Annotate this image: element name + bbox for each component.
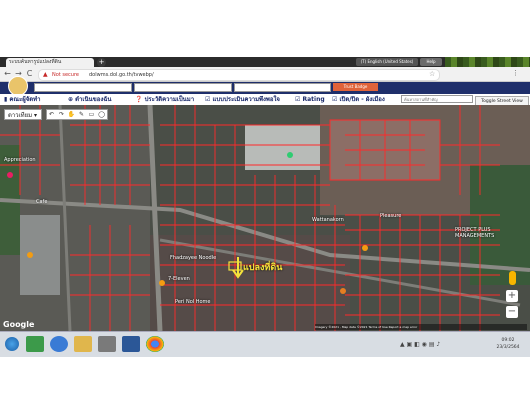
menu-item-label: เปิด/ปิด - ผังเมือง xyxy=(339,96,385,103)
menu-item-label: ดำเนินของฉัน xyxy=(75,96,112,103)
reload-button[interactable]: C xyxy=(25,69,34,78)
media-player-icon[interactable] xyxy=(98,336,116,352)
redo-icon[interactable]: ↷ xyxy=(57,110,66,119)
map-label: PROJECT PLUS MANAGEMENTS xyxy=(455,227,495,239)
plot-label: แปลงที่ดิน xyxy=(243,263,283,273)
map-label: Appreciation xyxy=(4,157,36,163)
internet-explorer-icon[interactable] xyxy=(50,336,68,352)
site-header: Trust Badge xyxy=(0,76,530,96)
chrome-icon[interactable] xyxy=(146,336,164,352)
zoom-out-button[interactable]: − xyxy=(506,306,518,318)
start-button[interactable] xyxy=(5,337,19,351)
browser-window: ระบบค้นหารูปแปลงที่ดิน + (T) English (Un… xyxy=(0,57,530,357)
site-logo xyxy=(8,76,28,96)
file-explorer-icon[interactable] xyxy=(74,336,92,352)
map-type-select[interactable]: ดาวเทียม ▾ xyxy=(4,109,42,120)
large-building-roof xyxy=(245,125,320,170)
clock-date: 23/3/2564 xyxy=(496,345,520,350)
browser-tab[interactable]: ระบบค้นหารูปแปลงที่ดิน xyxy=(6,58,94,67)
system-tray[interactable]: ▲ ▣ ◧ ◉ ▤ ♪ xyxy=(400,341,440,348)
header-select-2[interactable] xyxy=(134,83,232,92)
back-button[interactable]: ← xyxy=(3,69,12,78)
undo-icon[interactable]: ↶ xyxy=(47,110,56,119)
map-attribution[interactable]: Imagery ©2021 , Map data ©2021 Terms of … xyxy=(315,324,527,330)
shop-marker-icon[interactable] xyxy=(159,280,165,286)
taskbar-clock[interactable]: 09:02 23/3/2564 xyxy=(488,337,528,351)
menu-item-cityplan[interactable]: ☑ เปิด/ปิด - ผังเมือง xyxy=(332,94,385,105)
satellite-map[interactable]: ดาวเทียม ▾ ↶ ↷ ✋ ✎ ▭ ◯ แปลงที่ดิน Apprec… xyxy=(0,105,530,331)
browser-menu-icon[interactable]: ⋮ xyxy=(512,69,519,77)
pencil-icon[interactable]: ✎ xyxy=(77,110,86,119)
map-area-south xyxy=(150,235,350,331)
menu-item-history[interactable]: ❓ ประวัติความเป็นมา xyxy=(135,94,194,105)
excel-icon[interactable] xyxy=(26,336,44,352)
url-text[interactable]: dolwms.dol.go.th/tvwebp/ xyxy=(89,71,154,79)
header-select-1[interactable] xyxy=(34,83,132,92)
rectangle-icon[interactable]: ▭ xyxy=(87,110,96,119)
park-marker-icon[interactable] xyxy=(287,152,293,158)
menu-item-label: ประวัติความเป็นมา xyxy=(144,96,195,103)
windows-taskbar: ▲ ▣ ◧ ◉ ▤ ♪ 09:02 23/3/2564 xyxy=(0,331,530,357)
not-secure-label[interactable]: Not secure xyxy=(52,71,79,79)
map-label: Pleasure xyxy=(380,213,402,219)
new-tab-button[interactable]: + xyxy=(97,58,106,67)
menu-item-survey[interactable]: ☑ แบบประเมินความพึงพอใจ xyxy=(205,94,280,105)
google-logo: Google xyxy=(3,320,35,329)
place-search-input[interactable]: ค้นหาสถานที่สำคัญ xyxy=(401,95,473,103)
pegman-icon[interactable] xyxy=(509,271,516,285)
menu-item-rating[interactable]: ☑ Rating xyxy=(295,94,325,105)
menu-item-label: Rating xyxy=(302,96,325,103)
url-input[interactable]: ▲ Not secure dolwms.dol.go.th/tvwebp/ ☆ xyxy=(38,69,440,81)
zoom-in-button[interactable]: + xyxy=(506,290,518,302)
map-label: Cafe xyxy=(36,199,48,205)
circle-icon[interactable]: ◯ xyxy=(97,110,106,119)
hand-icon[interactable]: ✋ xyxy=(67,110,76,119)
header-input[interactable] xyxy=(234,83,331,92)
menu-item-label: คณะผู้จัดทำ xyxy=(9,96,41,103)
map-label: Peri Nol Home xyxy=(175,299,211,305)
building-roof-west xyxy=(20,215,60,295)
menu-item-label: แบบประเมินความพึงพอใจ xyxy=(212,96,280,103)
warning-icon: ▲ xyxy=(43,71,48,78)
word-icon[interactable] xyxy=(122,336,140,352)
header-action-button[interactable]: Trust Badge xyxy=(333,83,378,91)
map-type-label: ดาวเทียม xyxy=(8,112,33,119)
map-label: Fhadzayee Noodle xyxy=(170,255,217,261)
map-canvas[interactable] xyxy=(0,105,530,331)
language-indicator[interactable]: (T) English (United States) xyxy=(356,58,418,66)
bookmark-star-icon[interactable]: ☆ xyxy=(429,70,435,78)
map-label: Wattanakorn xyxy=(312,217,344,223)
cafe-marker-icon[interactable] xyxy=(27,252,33,258)
menu-item-mine[interactable]: ⊕ ดำเนินของฉัน xyxy=(68,94,111,105)
poi-marker-icon[interactable] xyxy=(7,172,13,178)
map-label: 7-Eleven xyxy=(168,276,190,282)
clock-time: 09:02 xyxy=(501,338,515,343)
help-button[interactable]: Help xyxy=(420,58,442,66)
menu-item-team[interactable]: ▮ คณะผู้จัดทำ xyxy=(4,94,40,105)
store-marker-icon[interactable] xyxy=(362,245,368,251)
address-bar: ← → C ▲ Not secure dolwms.dol.go.th/tvwe… xyxy=(0,67,530,82)
drawing-toolbar: ↶ ↷ ✋ ✎ ▭ ◯ xyxy=(46,109,108,120)
restaurant-marker-icon[interactable] xyxy=(340,288,346,294)
